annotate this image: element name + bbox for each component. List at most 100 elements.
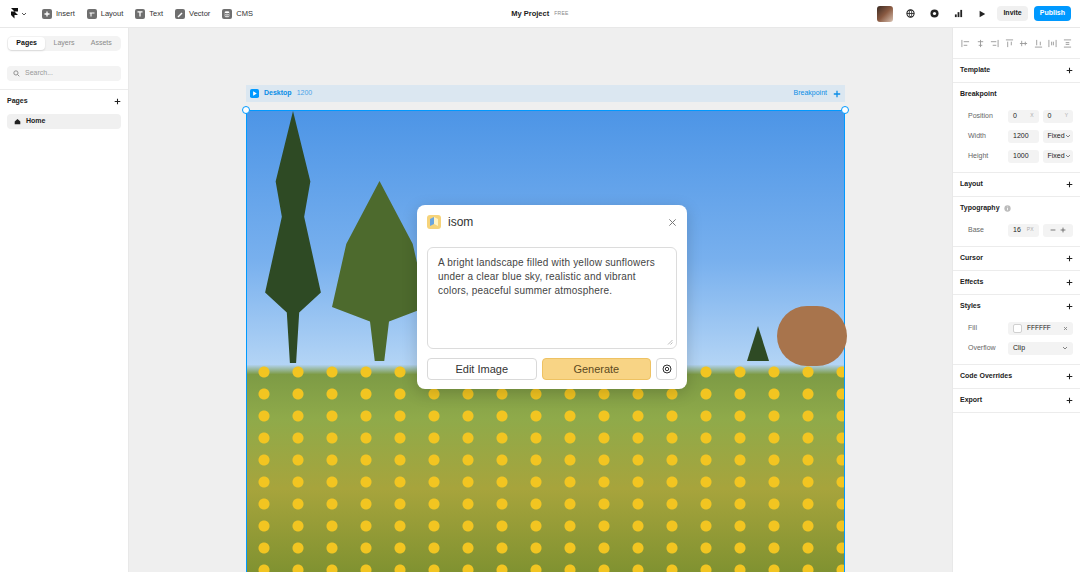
project-name[interactable]: My Project <box>511 8 549 19</box>
align-icon[interactable] <box>1063 39 1072 48</box>
generate-button[interactable]: Generate <box>542 358 652 380</box>
align-icon[interactable] <box>1005 39 1014 48</box>
preview-button[interactable] <box>975 7 989 21</box>
section-header[interactable]: Code Overrides <box>953 365 1080 388</box>
add-icon[interactable] <box>1066 373 1073 380</box>
menu-label[interactable]: Vector <box>189 8 210 19</box>
section-title[interactable]: Breakpoint <box>960 89 997 100</box>
field-value[interactable]: 0 <box>1013 111 1017 122</box>
frame-name[interactable]: Desktop <box>264 88 292 99</box>
menu-label[interactable]: Layout <box>101 8 124 19</box>
color-swatch[interactable] <box>1013 324 1022 333</box>
align-icon[interactable] <box>1034 39 1043 48</box>
resize-grip-icon[interactable] <box>667 339 673 345</box>
menu-label[interactable]: Insert <box>56 8 75 19</box>
search-field[interactable] <box>7 66 121 81</box>
breakpoint-label[interactable]: Breakpoint <box>794 88 827 99</box>
menu-label[interactable]: Text <box>149 8 163 19</box>
canvas[interactable]: Desktop 1200 Breakpoint <box>129 28 952 572</box>
plus-icon[interactable] <box>1060 227 1066 233</box>
section-header[interactable]: Template <box>953 59 1080 82</box>
sidebar-tab[interactable]: Pages <box>8 37 45 50</box>
project-title[interactable]: My Project FREE <box>511 8 568 19</box>
align-icon[interactable] <box>1019 39 1028 48</box>
add-icon[interactable] <box>1066 397 1073 404</box>
number-field[interactable]: 0X <box>1008 110 1039 123</box>
select-value[interactable]: Clip <box>1013 343 1025 354</box>
add-icon[interactable] <box>1066 279 1073 286</box>
edit-image-button[interactable]: Edit Image <box>427 358 537 380</box>
select-field[interactable]: Clip <box>1008 342 1073 355</box>
analytics-button[interactable] <box>951 7 965 21</box>
info-icon[interactable] <box>1004 205 1011 212</box>
section-header[interactable]: Layout <box>953 173 1080 196</box>
dialog-settings-button[interactable] <box>656 358 677 380</box>
number-field[interactable]: 16PX <box>1008 224 1039 237</box>
add-icon[interactable] <box>1066 303 1073 310</box>
field-value[interactable]: 1000 <box>1013 151 1029 162</box>
menu-label[interactable]: CMS <box>236 8 253 19</box>
section-title[interactable]: Styles <box>960 301 981 312</box>
color-value[interactable]: FFFFFF <box>1027 323 1058 333</box>
section-title[interactable]: Cursor <box>960 253 983 264</box>
section-title[interactable]: Effects <box>960 277 983 288</box>
select-value[interactable]: Fixed <box>1048 151 1065 162</box>
minus-icon[interactable] <box>1050 227 1056 233</box>
resize-handle[interactable] <box>242 106 250 114</box>
section-header[interactable]: Export <box>953 389 1080 412</box>
section-header[interactable]: Typography <box>953 197 1080 220</box>
clear-icon[interactable] <box>1063 326 1068 331</box>
section-title[interactable]: Template <box>960 65 990 76</box>
resize-handle[interactable] <box>841 106 849 114</box>
add-breakpoint-icon[interactable] <box>833 90 841 98</box>
mode-select[interactable]: Fixed <box>1043 150 1074 163</box>
field-value[interactable]: 0 <box>1048 111 1052 122</box>
number-field[interactable]: 1200 <box>1008 130 1039 143</box>
prompt-textarea[interactable]: A bright landscape filled with yellow su… <box>427 247 677 349</box>
toolbar-menu-item[interactable]: Vector <box>175 8 210 19</box>
section-title[interactable]: Code Overrides <box>960 371 1012 382</box>
add-icon[interactable] <box>1066 255 1073 262</box>
align-icon[interactable] <box>990 39 999 48</box>
settings-button[interactable] <box>927 7 941 21</box>
section-title[interactable]: Layout <box>960 179 983 190</box>
section-title[interactable]: Typography <box>960 203 1000 214</box>
number-field[interactable]: 1000 <box>1008 150 1039 163</box>
section-header[interactable]: Cursor <box>953 247 1080 270</box>
invite-button[interactable]: Invite <box>997 6 1027 21</box>
breakpoint-control[interactable]: Breakpoint <box>794 88 841 99</box>
page-item[interactable]: Home <box>7 114 121 129</box>
section-header[interactable]: Styles <box>953 295 1080 318</box>
sidebar-tab[interactable]: Layers <box>45 37 82 50</box>
select-value[interactable]: Fixed <box>1048 131 1065 142</box>
search-input[interactable] <box>25 68 115 79</box>
logo-menu[interactable] <box>9 8 28 19</box>
number-field[interactable]: 0Y <box>1043 110 1074 123</box>
toolbar-menu-item[interactable]: Layout <box>87 8 124 19</box>
align-icon[interactable] <box>976 39 985 48</box>
add-icon[interactable] <box>1066 67 1073 74</box>
section-header[interactable]: Effects <box>953 271 1080 294</box>
desktop-frame[interactable]: isom A bright landscape filled with yell… <box>246 110 845 572</box>
toolbar-menu-item[interactable]: CMS <box>222 8 253 19</box>
publish-button[interactable]: Publish <box>1034 6 1071 21</box>
toolbar-menu-item[interactable]: Insert <box>42 8 75 19</box>
avatar-icon[interactable] <box>877 6 893 22</box>
frame-play-icon[interactable] <box>250 89 259 98</box>
field-value[interactable]: 1200 <box>1013 131 1029 142</box>
globe-button[interactable] <box>903 7 917 21</box>
toolbar-menu-item[interactable]: Text <box>135 8 163 19</box>
align-icon[interactable] <box>961 39 970 48</box>
frame-header[interactable]: Desktop 1200 Breakpoint <box>246 85 845 102</box>
field-value[interactable]: 16 <box>1013 225 1021 236</box>
prompt-text[interactable]: A bright landscape filled with yellow su… <box>438 257 655 296</box>
sidebar-tab[interactable]: Assets <box>83 37 120 50</box>
align-icon[interactable] <box>1048 39 1057 48</box>
close-icon[interactable] <box>668 218 677 227</box>
mode-select[interactable]: Fixed <box>1043 130 1074 143</box>
add-icon[interactable] <box>1066 181 1073 188</box>
section-header[interactable]: Breakpoint <box>953 83 1080 106</box>
section-title[interactable]: Export <box>960 395 982 406</box>
add-page-icon[interactable] <box>114 98 121 105</box>
page-label[interactable]: Home <box>26 116 45 127</box>
